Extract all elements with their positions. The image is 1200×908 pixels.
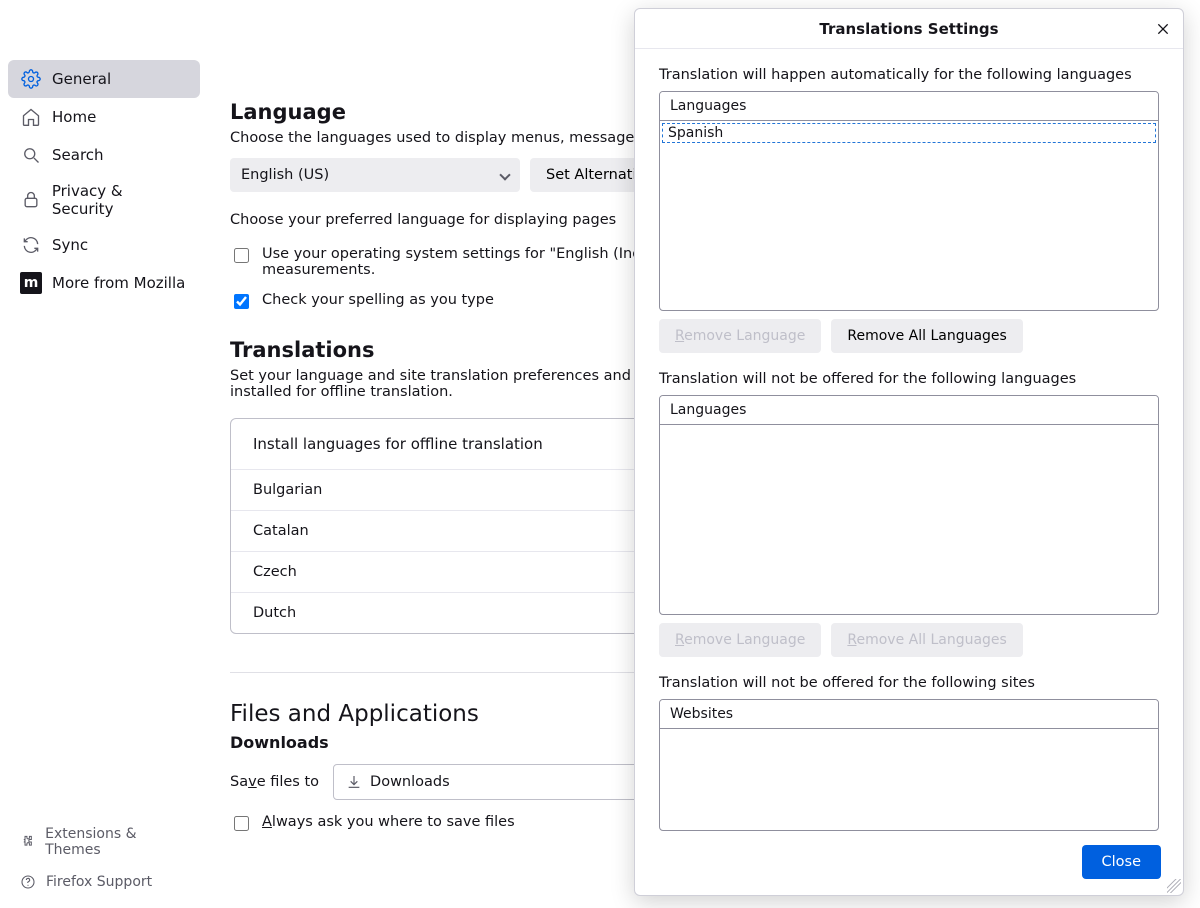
- dialog-title: Translations Settings: [819, 20, 998, 38]
- listbox-header: Languages: [660, 396, 1158, 425]
- sidebar-item-label: Home: [52, 108, 96, 126]
- sidebar-item-search[interactable]: Search: [8, 136, 200, 174]
- auto-translate-listbox[interactable]: Languages Spanish: [659, 91, 1159, 311]
- puzzle-icon: [20, 834, 35, 850]
- mozilla-icon: m: [20, 272, 42, 294]
- sidebar-link-label: Firefox Support: [46, 874, 152, 890]
- remove-language-button[interactable]: Remove Language: [659, 319, 821, 353]
- sidebar-item-general[interactable]: General: [8, 60, 200, 98]
- search-icon: [20, 144, 42, 166]
- spellcheck-checkbox[interactable]: [234, 294, 249, 309]
- dialog-header: Translations Settings: [635, 9, 1183, 49]
- settings-sidebar: General Home Search Privacy & Security S…: [0, 0, 208, 908]
- resize-grip[interactable]: [1167, 879, 1181, 893]
- sidebar-link-label: Extensions & Themes: [45, 826, 188, 858]
- use-os-settings-label: Use your operating system settings for "…: [262, 246, 696, 278]
- listbox-header: Languages: [660, 92, 1158, 121]
- display-language-select[interactable]: English (US): [230, 158, 520, 192]
- not-offered-sites-listbox[interactable]: Websites: [659, 699, 1159, 831]
- not-offered-sites-label: Translation will not be offered for the …: [659, 675, 1159, 691]
- sidebar-item-more-mozilla[interactable]: m More from Mozilla: [8, 264, 200, 302]
- close-icon: [1155, 21, 1171, 37]
- help-icon: [20, 874, 36, 890]
- dialog-close-button[interactable]: [1149, 15, 1177, 43]
- always-ask-label: Always ask you where to save files: [262, 814, 515, 830]
- select-value: English (US): [241, 167, 329, 183]
- chevron-down-icon: [499, 169, 510, 180]
- download-icon: [346, 774, 362, 790]
- remove-all-languages-button[interactable]: Remove All Languages: [831, 319, 1022, 353]
- gear-icon: [20, 68, 42, 90]
- listbox-item[interactable]: Spanish: [660, 121, 1158, 145]
- listbox-header: Websites: [660, 700, 1158, 729]
- home-icon: [20, 106, 42, 128]
- remove-language-button[interactable]: Remove Language: [659, 623, 821, 657]
- dialog-close-primary-button[interactable]: Close: [1082, 845, 1162, 879]
- offline-language-name: Bulgarian: [253, 482, 322, 498]
- sync-icon: [20, 234, 42, 256]
- auto-translate-label: Translation will happen automatically fo…: [659, 67, 1159, 83]
- sidebar-item-label: Sync: [52, 236, 88, 254]
- downloads-path-value: Downloads: [370, 774, 450, 790]
- sidebar-link-extensions[interactable]: Extensions & Themes: [8, 820, 200, 864]
- sidebar-item-label: General: [52, 70, 111, 88]
- remove-all-languages-button[interactable]: Remove All Languages: [831, 623, 1022, 657]
- save-files-to-label: Save files to: [230, 774, 319, 790]
- lock-icon: [20, 189, 42, 211]
- sidebar-link-support[interactable]: Firefox Support: [8, 868, 200, 896]
- offline-language-name: Czech: [253, 564, 297, 580]
- sidebar-item-sync[interactable]: Sync: [8, 226, 200, 264]
- offline-language-name: Catalan: [253, 523, 309, 539]
- sidebar-item-privacy[interactable]: Privacy & Security: [8, 174, 200, 226]
- sidebar-item-home[interactable]: Home: [8, 98, 200, 136]
- sidebar-item-label: Search: [52, 146, 104, 164]
- use-os-settings-checkbox[interactable]: [234, 248, 249, 263]
- always-ask-checkbox[interactable]: [234, 816, 249, 831]
- sidebar-item-label: Privacy & Security: [52, 182, 188, 218]
- not-offered-lang-label: Translation will not be offered for the …: [659, 371, 1159, 387]
- offline-language-name: Dutch: [253, 605, 296, 621]
- dialog-footer: Close: [635, 835, 1183, 895]
- sidebar-item-label: More from Mozilla: [52, 274, 185, 292]
- translations-settings-dialog: Translations Settings Translation will h…: [634, 8, 1184, 896]
- spellcheck-label: Check your spelling as you type: [262, 292, 494, 308]
- not-offered-lang-listbox[interactable]: Languages: [659, 395, 1159, 615]
